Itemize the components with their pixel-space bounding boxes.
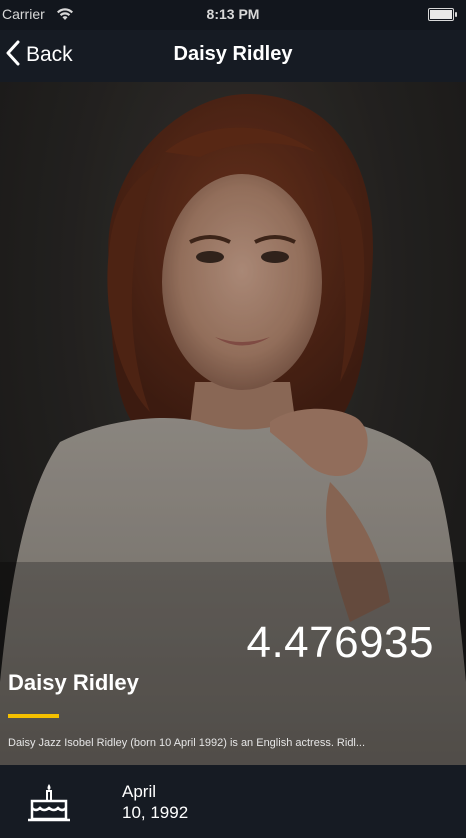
birthday-row: April 10, 1992 — [0, 765, 466, 838]
status-bar: Carrier 8:13 PM — [0, 0, 466, 30]
biography-text: Daisy Jazz Isobel Ridley (born 10 April … — [8, 737, 366, 749]
battery-icon — [428, 8, 457, 21]
navigation-bar: Back Daisy Ridley — [0, 30, 466, 82]
score-value: 4.476935 — [246, 618, 434, 667]
status-time: 8:13 PM — [206, 6, 260, 22]
birth-date-rest: 10, 1992 — [122, 803, 189, 822]
back-label: Back — [26, 43, 73, 66]
birth-date-month: April — [122, 782, 157, 801]
name-accent-bar — [8, 714, 59, 718]
hero-section: 4.476935 Daisy Ridley Daisy Jazz Isobel … — [0, 82, 466, 765]
birthday-cake-icon — [26, 782, 72, 827]
person-name: Daisy Ridley — [8, 670, 139, 695]
birth-date: April 10, 1992 — [122, 781, 188, 823]
back-button[interactable]: Back — [6, 40, 73, 70]
chevron-left-icon — [6, 40, 20, 71]
